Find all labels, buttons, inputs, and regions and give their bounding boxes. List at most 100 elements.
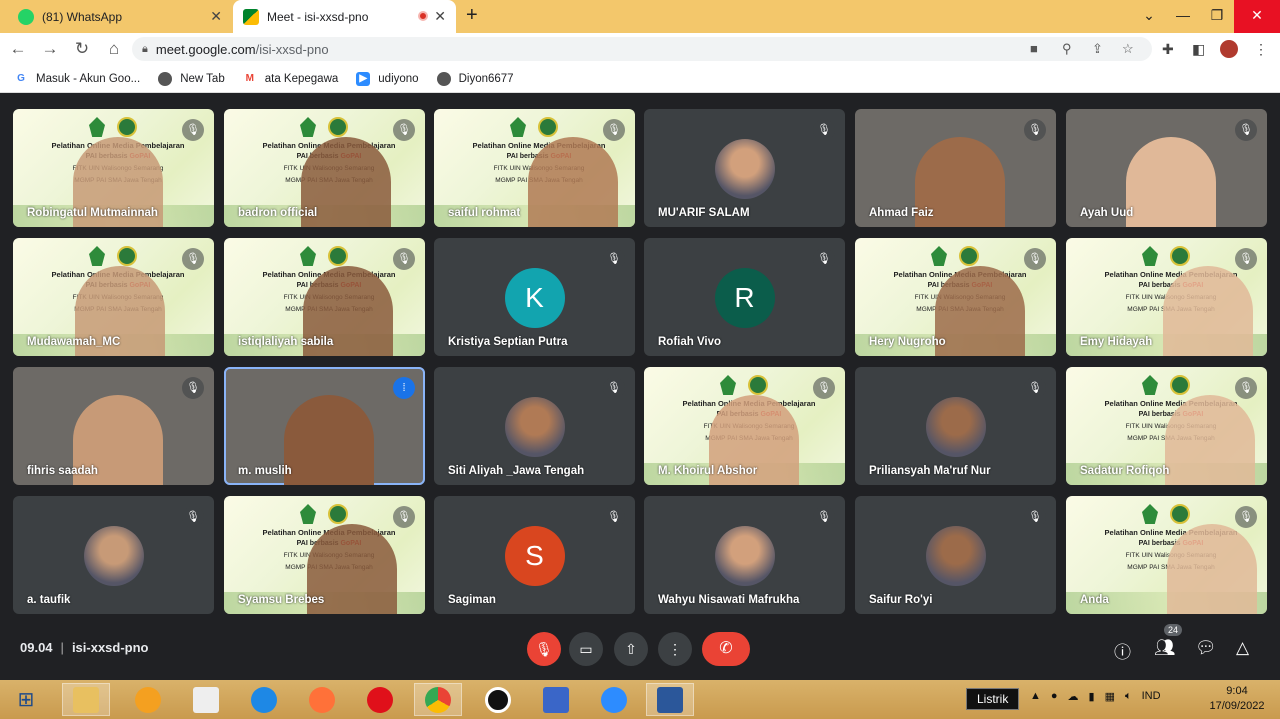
participant-name: saiful rohmat	[448, 207, 521, 219]
bookmark-label: udiyono	[378, 72, 419, 85]
ie-icon	[251, 686, 277, 713]
bookmark-item[interactable]: Diyon6677	[436, 71, 514, 86]
participant-tile[interactable]: K 🎙︎ Kristiya Septian Putra	[434, 238, 635, 356]
taskbar-ie[interactable]	[240, 683, 288, 716]
zoom-icon[interactable]: ⚲	[1062, 37, 1072, 61]
participant-tile[interactable]: S 🎙︎ Sagiman	[434, 496, 635, 614]
info-icon[interactable]: ⓘ	[1114, 638, 1131, 663]
forward-icon[interactable]: →	[36, 39, 64, 59]
taskbar-zoom[interactable]	[590, 683, 638, 716]
participant-video	[935, 266, 1025, 356]
participant-tile[interactable]: Pelatihan Online Media PembelajaranFITK …	[1066, 367, 1267, 485]
participant-name: fihris saadah	[27, 465, 98, 477]
clock-time: 9:04	[1226, 685, 1248, 697]
participant-tile[interactable]: 🎙︎ Priliansyah Ma'ruf Nur	[855, 367, 1056, 485]
present-button[interactable]: ⇧	[614, 632, 648, 666]
participant-tile[interactable]: ⁞ m. muslih	[224, 367, 425, 485]
participant-tile[interactable]: 🎙︎ fihris saadah	[13, 367, 214, 485]
volume-icon[interactable]: 🔈︎	[1125, 690, 1132, 703]
tab-search-icon[interactable]: ⌄	[1132, 0, 1166, 33]
bookmark-star-icon[interactable]: ☆	[1122, 37, 1134, 61]
participant-tile[interactable]: R 🎙︎ Rofiah Vivo	[644, 238, 845, 356]
taskbar-explorer[interactable]	[62, 683, 110, 716]
participant-tile[interactable]: 🎙︎ MU'ARIF SALAM	[644, 109, 845, 227]
participant-tile[interactable]: 🎙︎ Siti Aliyah _Jawa Tengah	[434, 367, 635, 485]
taskbar-word[interactable]	[646, 683, 694, 716]
bookmark-item[interactable]: New Tab	[158, 71, 225, 86]
network-icon[interactable]: ▦	[1105, 690, 1115, 703]
profile-avatar[interactable]	[1220, 40, 1238, 58]
participant-tile[interactable]: Pelatihan Online Media PembelajaranFITK …	[855, 238, 1056, 356]
taskbar-firefox[interactable]	[298, 683, 346, 716]
tab-whatsapp[interactable]: (81) WhatsApp ✕	[8, 0, 232, 33]
participant-tile[interactable]: 🎙︎ Ahmad Faiz	[855, 109, 1056, 227]
taskbar-opera[interactable]	[356, 683, 404, 716]
participant-name: m. muslih	[238, 465, 292, 477]
participant-tile[interactable]: Pelatihan Online Media PembelajaranFITK …	[644, 367, 845, 485]
back-icon[interactable]: ←	[4, 39, 32, 59]
participant-tile[interactable]: 🎙︎ Saifur Ro'yi	[855, 496, 1056, 614]
side-panel-icon[interactable]: ◧	[1192, 41, 1205, 58]
logo-icon	[1142, 375, 1158, 395]
camera-button[interactable]: ▭	[569, 632, 603, 666]
chat-icon[interactable]: 💬︎	[1195, 638, 1217, 658]
window-close-button[interactable]: ✕	[1234, 0, 1280, 33]
extensions-icon[interactable]: ✚	[1162, 41, 1174, 58]
mic-muted-icon: 🎙︎	[1235, 377, 1257, 399]
camera-icon[interactable]: ■	[1030, 37, 1038, 61]
participant-tile[interactable]: Pelatihan Online Media PembelajaranFITK …	[1066, 496, 1267, 614]
logo-icon	[931, 246, 947, 266]
participant-tile[interactable]: Pelatihan Online Media PembelajaranFITK …	[13, 238, 214, 356]
taskbar-pdf[interactable]	[182, 683, 230, 716]
bookmark-item[interactable]: ▶ udiyono	[356, 71, 419, 86]
taskbar-app[interactable]	[532, 683, 580, 716]
close-tab-icon[interactable]: ✕	[434, 8, 446, 25]
globe-icon	[436, 71, 451, 86]
clock[interactable]: 9:04 17/09/2022	[1202, 684, 1272, 714]
globe-icon	[158, 71, 173, 86]
zoom-icon	[601, 686, 627, 713]
meeting-code: isi-xxsd-pno	[71, 640, 149, 655]
minimize-button[interactable]: —	[1166, 0, 1200, 33]
new-tab-button[interactable]: +	[466, 4, 478, 27]
participant-tile[interactable]: Pelatihan Online Media PembelajaranFITK …	[224, 238, 425, 356]
address-bar[interactable]: 🔒︎ meet.google.com/isi-xxsd-pno ■ ⚲ ⇪ ☆	[132, 37, 1152, 61]
end-call-button[interactable]: ✆	[702, 632, 750, 666]
logo-icon	[117, 246, 137, 266]
activities-icon[interactable]: △	[1236, 638, 1249, 658]
home-icon[interactable]: ⌂	[100, 39, 128, 59]
restore-button[interactable]: ❐	[1200, 0, 1234, 33]
start-button[interactable]: ⊞	[2, 683, 50, 716]
battery-icon[interactable]: ▮	[1089, 690, 1095, 703]
participant-tile[interactable]: Pelatihan Online Media PembelajaranFITK …	[224, 109, 425, 227]
chevron-up-icon[interactable]: ▲	[1030, 690, 1041, 703]
participant-tile[interactable]: Pelatihan Online Media PembelajaranFITK …	[1066, 238, 1267, 356]
participant-tile[interactable]: 🎙︎ a. taufik	[13, 496, 214, 614]
participant-tile[interactable]: 🎙︎ Wahyu Nisawati Mafrukha	[644, 496, 845, 614]
menu-icon[interactable]: ⋮	[1254, 41, 1268, 58]
share-icon[interactable]: ⇪	[1092, 37, 1103, 61]
avatar	[504, 397, 565, 457]
taskbar-chrome[interactable]	[414, 683, 462, 716]
bookmark-item[interactable]: M ata Kepegawa	[243, 72, 339, 86]
mic-muted-icon: 🎙︎	[1024, 506, 1046, 528]
participant-tile[interactable]: Pelatihan Online Media PembelajaranFITK …	[13, 109, 214, 227]
zoom-tray-icon[interactable]: ●	[1051, 690, 1058, 703]
participant-tile[interactable]: Pelatihan Online Media PembelajaranFITK …	[434, 109, 635, 227]
cloud-icon[interactable]: ☁	[1068, 690, 1079, 703]
tab-meet[interactable]: Meet - isi-xxsd-pno ✕	[233, 0, 456, 33]
bookmarks-bar: G Masuk - Akun Goo... New Tab M ata Kepe…	[0, 65, 1280, 93]
bookmark-item[interactable]: G Masuk - Akun Goo...	[14, 72, 140, 86]
whatsapp-icon	[18, 8, 34, 25]
mic-muted-icon: 🎙︎	[813, 248, 835, 270]
close-tab-icon[interactable]: ✕	[210, 8, 222, 25]
language-indicator[interactable]: IND	[1142, 690, 1161, 703]
mic-off-button[interactable]: 🎙︎	[527, 632, 561, 666]
reload-icon[interactable]: ↻	[68, 39, 96, 59]
participant-tile[interactable]: Pelatihan Online Media PembelajaranFITK …	[224, 496, 425, 614]
more-options-button[interactable]: ⋮	[658, 632, 692, 666]
taskbar-app[interactable]	[124, 683, 172, 716]
participant-tile[interactable]: 🎙︎ Ayah Uud	[1066, 109, 1267, 227]
taskbar-recorder[interactable]	[474, 683, 522, 716]
people-icon[interactable]: 👥︎	[1154, 638, 1176, 658]
